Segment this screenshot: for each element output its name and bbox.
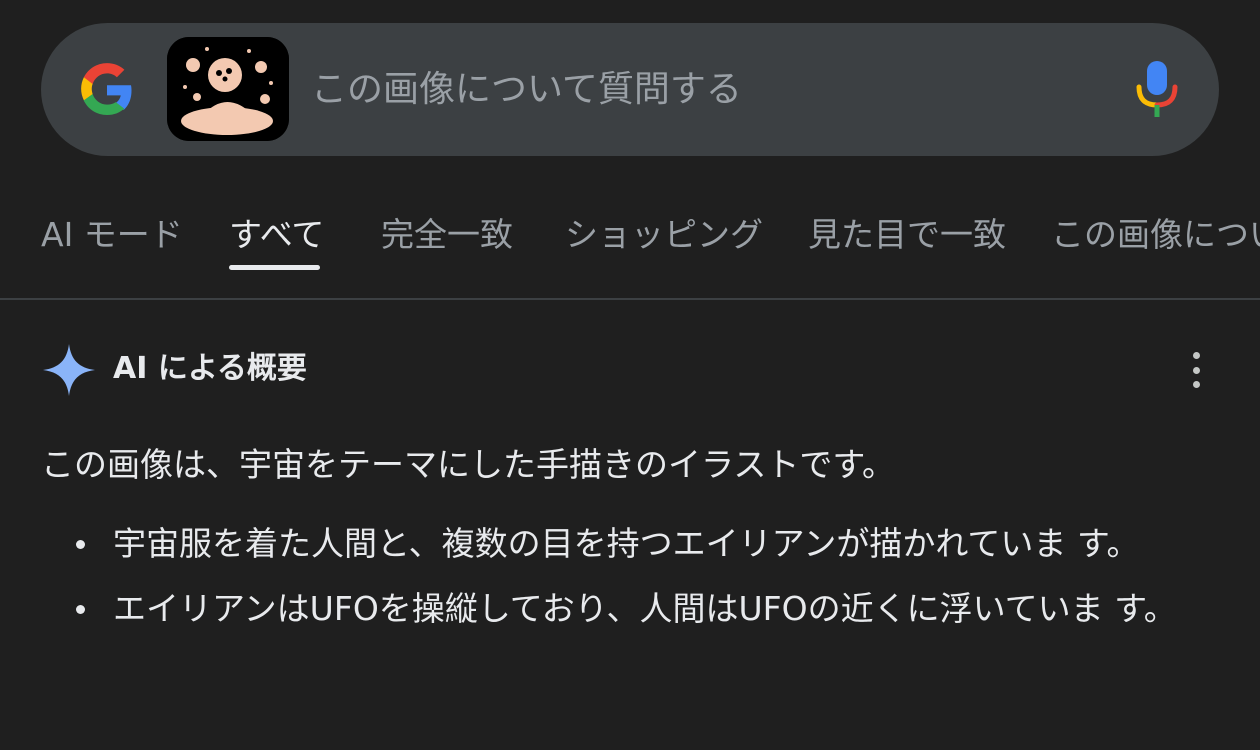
tab-visual-matches[interactable]: 見た目で一致 — [808, 210, 1006, 260]
bullet-text: エイリアンはUFOを操縦しており、人間はUFOの近くに浮いていま す。 — [113, 589, 1177, 628]
ai-overview-header: AI による概要 — [41, 340, 1221, 400]
search-tabs: AI モード すべて 完全一致 ショッピング 見た目で一致 この画像につい — [0, 190, 1260, 300]
tab-about-this-image[interactable]: この画像につい — [1051, 210, 1260, 260]
active-tab-indicator — [229, 265, 320, 270]
list-item: 宇宙服を着た人間と、複数の目を持つエイリアンが描かれていま す。 — [41, 516, 1221, 571]
ai-overview-title: AI による概要 — [113, 351, 307, 386]
space-illustration-image — [167, 37, 289, 141]
image-thumbnail[interactable] — [167, 37, 289, 141]
ai-overview-bullets: 宇宙服を着た人間と、複数の目を持つエイリアンが描かれていま す。 エイリアンはU… — [41, 516, 1221, 646]
tab-ai-mode[interactable]: AI モード — [41, 210, 183, 260]
sparkle-icon — [43, 344, 95, 396]
search-bar[interactable] — [41, 23, 1219, 156]
ai-overview-summary: この画像は、宇宙をテーマにした手描きのイラストです。 — [41, 445, 896, 484]
bullet-text: 宇宙服を着た人間と、複数の目を持つエイリアンが描かれていま す。 — [113, 524, 1140, 563]
search-input[interactable] — [311, 63, 1071, 117]
more-vert-icon[interactable] — [1181, 350, 1211, 390]
tab-shopping[interactable]: ショッピング — [565, 210, 763, 260]
google-g-icon — [81, 63, 132, 115]
tab-all[interactable]: すべて — [229, 210, 324, 260]
list-item: エイリアンはUFOを操縦しており、人間はUFOの近くに浮いていま す。 — [41, 581, 1221, 636]
microphone-icon[interactable] — [1135, 59, 1179, 121]
bullet-icon — [76, 540, 85, 549]
tab-exact-match[interactable]: 完全一致 — [381, 210, 513, 260]
bullet-icon — [76, 605, 85, 614]
